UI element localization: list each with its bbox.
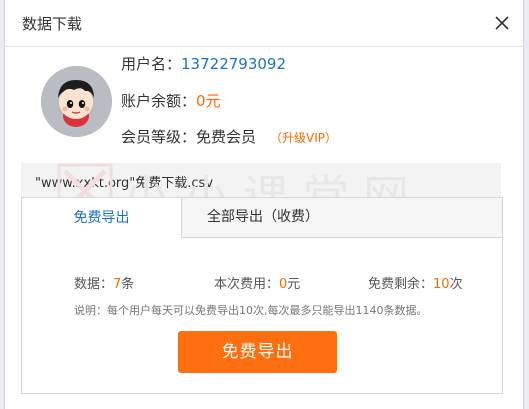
- avatar: [41, 66, 112, 137]
- stat-remaining-value: 10: [433, 277, 450, 292]
- dialog-title: 数据下载: [22, 15, 83, 33]
- username-row: 用户名：13722793092: [121, 53, 286, 74]
- stat-remaining: 免费剩余：10次: [368, 273, 463, 292]
- stat-cost: 本次费用：0元: [214, 273, 300, 292]
- free-export-button[interactable]: 免费导出: [178, 331, 337, 373]
- tab-free-export[interactable]: 免费导出: [22, 198, 181, 238]
- stat-count-unit: 条: [121, 277, 135, 292]
- tab-full-export-paid[interactable]: 全部导出（收费）: [181, 198, 345, 238]
- level-row: 会员等级：免费会员 （升级VIP）: [121, 126, 337, 147]
- export-tabs: 免费导出 全部导出（收费）: [22, 198, 502, 238]
- stat-cost-unit: 元: [287, 277, 301, 292]
- export-note: 说明：每个用户每天可以免费导出10次,每次最多只能导出1140条数据。: [74, 304, 428, 317]
- file-bar: "www.xxkt.org"免费下载.csv: [21, 163, 501, 197]
- username-label: 用户名：: [121, 55, 182, 73]
- level-value: 免费会员: [196, 128, 257, 146]
- level-label: 会员等级：: [121, 128, 197, 146]
- dialog-titlebar: 数据下载: [5, 0, 523, 47]
- file-name: "www.xxkt.org"免费下载.csv: [35, 176, 214, 191]
- stat-remaining-unit: 次: [449, 277, 463, 292]
- balance-value: 0元: [196, 92, 221, 110]
- stat-cost-label: 本次费用：: [214, 277, 280, 292]
- stat-count-label: 数据：: [74, 277, 114, 292]
- stat-remaining-label: 免费剩余：: [368, 277, 434, 292]
- export-panel: 免费导出 全部导出（收费） 数据：7条 本次费用：0元 免费剩余：10次 说明：…: [21, 197, 503, 394]
- upgrade-vip-link[interactable]: （升级VIP）: [270, 131, 337, 145]
- cartoon-avatar-icon: [41, 66, 112, 137]
- download-dialog: 数据下载 用户名：13722793092 账户余额：0元 会员等级：免费会员 （…: [4, 0, 524, 409]
- tab-strip-filler: [344, 198, 502, 238]
- stat-count: 数据：7条: [74, 273, 134, 292]
- username-value: 13722793092: [181, 55, 286, 73]
- balance-label: 账户余额：: [121, 92, 197, 110]
- close-icon[interactable]: [491, 12, 513, 34]
- balance-row: 账户余额：0元: [121, 90, 221, 111]
